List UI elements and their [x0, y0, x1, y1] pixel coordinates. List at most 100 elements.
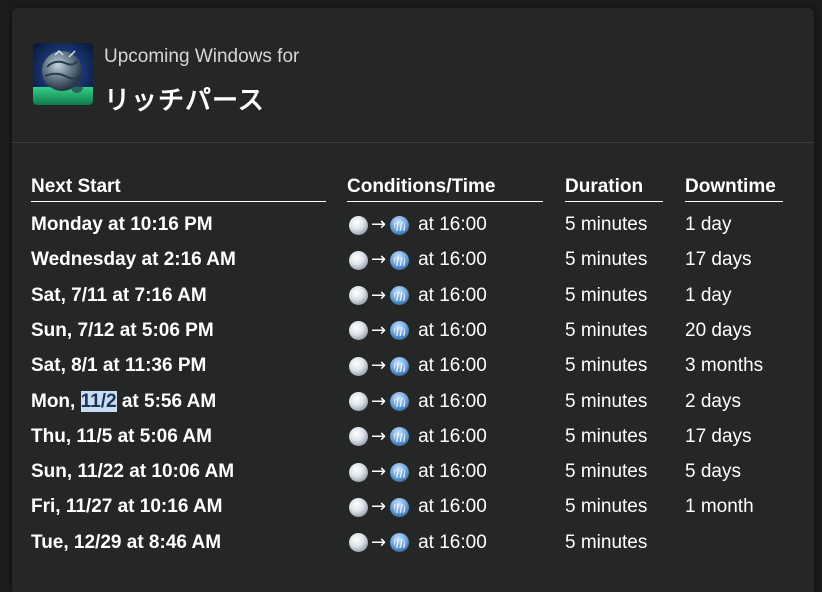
- next-start-text: Mon,: [31, 390, 81, 412]
- condition-time: at 16:00: [418, 425, 487, 447]
- arrow-right-icon: →: [371, 461, 387, 483]
- zone-globe-icon: [33, 43, 93, 105]
- arrow-right-icon: →: [371, 249, 387, 271]
- duration-cell: 5 minutes: [565, 390, 648, 412]
- next-start-text: Tue, 12/29 at 8:46 AM: [31, 531, 222, 553]
- arrow-right-icon: →: [371, 319, 387, 341]
- condition-time: at 16:00: [418, 390, 487, 412]
- next-start-text: Sat, 8/1 at 11:36 PM: [31, 355, 207, 377]
- downtime-cell: 3 months: [685, 355, 764, 377]
- next-start-text: Wednesday at 2:16 AM: [31, 249, 236, 271]
- rain-weather-icon: [390, 497, 410, 517]
- conditions-cell: → at 16:00: [349, 351, 487, 381]
- next-start-text: Sun, 7/12 at 5:06 PM: [31, 319, 214, 341]
- next-start-cell: Mon, 11/2 at 5:56 AM: [31, 387, 216, 417]
- column-header-duration: Duration: [565, 176, 663, 202]
- table-row: Sun, 11/22 at 10:06 AM → at 16:00 5 minutes…: [12, 457, 814, 492]
- conditions-cell: → at 16:00: [349, 245, 487, 275]
- duration-cell: 5 minutes: [565, 319, 648, 341]
- clouds-weather-icon: [349, 215, 368, 235]
- clouds-weather-icon: [349, 497, 368, 517]
- header-subtitle: Upcoming Windows for: [104, 46, 300, 67]
- conditions-cell: → at 16:00: [349, 210, 487, 240]
- next-start-text: Sat, 7/11 at 7:16 AM: [31, 284, 207, 306]
- next-start-text-rest: at 5:56 AM: [116, 390, 217, 412]
- downtime-cell: 17 days: [685, 249, 752, 271]
- condition-time: at 16:00: [418, 284, 487, 306]
- clouds-weather-icon: [349, 356, 368, 376]
- column-header-conditions: Conditions/Time: [347, 176, 543, 202]
- table-row: Tue, 12/29 at 8:46 AM → at 16:00 5 minutes: [12, 528, 814, 563]
- conditions-cell: → at 16:00: [349, 528, 487, 558]
- clouds-weather-icon: [349, 462, 368, 482]
- condition-time: at 16:00: [418, 461, 487, 483]
- next-start-cell: Thu, 11/5 at 5:06 AM: [31, 422, 212, 452]
- downtime-cell: 1 day: [685, 284, 732, 306]
- next-start-cell: Wednesday at 2:16 AM: [31, 245, 236, 275]
- downtime-cell: 5 days: [685, 461, 741, 483]
- next-start-text: Fri, 11/27 at 10:16 AM: [31, 496, 223, 518]
- conditions-cell: → at 16:00: [349, 387, 487, 417]
- condition-time: at 16:00: [418, 214, 487, 235]
- condition-time: at 16:00: [418, 249, 487, 271]
- arrow-right-icon: →: [371, 284, 387, 306]
- clouds-weather-icon: [349, 286, 368, 306]
- duration-cell: 5 minutes: [565, 249, 648, 271]
- rain-weather-icon: [390, 321, 410, 341]
- duration-cell: 5 minutes: [565, 461, 648, 483]
- next-start-cell: Sun, 11/22 at 10:06 AM: [31, 457, 234, 487]
- condition-time: at 16:00: [418, 531, 487, 553]
- next-start-text: Monday at 10:16 PM: [31, 214, 213, 235]
- rain-weather-icon: [390, 286, 410, 306]
- next-start-cell: Fri, 11/27 at 10:16 AM: [31, 492, 223, 522]
- conditions-cell: → at 16:00: [349, 316, 487, 346]
- table-row: Sun, 7/12 at 5:06 PM → at 16:00 5 minutes 20…: [12, 316, 814, 351]
- upcoming-windows-panel: Upcoming Windows for リッチパース Next Start C…: [12, 8, 814, 592]
- rain-weather-icon: [390, 356, 410, 376]
- clouds-weather-icon: [349, 250, 368, 270]
- conditions-cell: → at 16:00: [349, 492, 487, 522]
- duration-cell: 5 minutes: [565, 531, 648, 553]
- next-start-text: Sun, 11/22 at 10:06 AM: [31, 461, 235, 483]
- table-row: Thu, 11/5 at 5:06 AM → at 16:00 5 minutes 17…: [12, 422, 814, 457]
- next-start-cell: Monday at 10:16 PM: [31, 210, 213, 240]
- rain-weather-icon: [390, 392, 410, 411]
- table-row: Sat, 7/11 at 7:16 AM → at 16:00 5 minutes 1 …: [12, 281, 814, 316]
- next-start-cell: Sat, 8/1 at 11:36 PM: [31, 351, 206, 381]
- conditions-cell: → at 16:00: [349, 281, 487, 311]
- table-row: Monday at 10:16 PM → at 16:00 5 minutes 1 da…: [12, 210, 814, 245]
- rain-weather-icon: [390, 462, 410, 482]
- arrow-right-icon: →: [371, 355, 387, 377]
- clouds-weather-icon: [349, 427, 368, 447]
- panel-header: Upcoming Windows for リッチパース: [12, 8, 814, 143]
- arrow-right-icon: →: [371, 425, 387, 447]
- condition-time: at 16:00: [418, 319, 487, 341]
- duration-cell: 5 minutes: [565, 284, 648, 306]
- arrow-right-icon: →: [371, 496, 387, 518]
- rain-weather-icon: [390, 250, 410, 270]
- zone-title: リッチパース: [104, 86, 265, 116]
- next-start-cell: Sat, 7/11 at 7:16 AM: [31, 281, 207, 311]
- rain-weather-icon: [390, 533, 410, 553]
- column-header-next-start: Next Start: [31, 176, 326, 202]
- downtime-cell: 2 days: [685, 390, 741, 412]
- duration-cell: 5 minutes: [565, 355, 648, 377]
- next-start-cell: Sun, 7/12 at 5:06 PM: [31, 316, 214, 346]
- next-start-cell: Tue, 12/29 at 8:46 AM: [31, 528, 221, 558]
- rain-weather-icon: [390, 215, 410, 235]
- arrow-right-icon: →: [371, 390, 387, 412]
- clouds-weather-icon: [349, 321, 368, 341]
- table-row: Sat, 8/1 at 11:36 PM → at 16:00 5 minutes 3 …: [12, 351, 814, 386]
- table-row: Fri, 11/27 at 10:16 AM → at 16:00 5 minutes…: [12, 492, 814, 527]
- table-row: Mon, 11/2 at 5:56 AM → at 16:00 5 minutes 2 …: [12, 387, 814, 422]
- conditions-cell: → at 16:00: [349, 457, 487, 487]
- table-row: Wednesday at 2:16 AM → at 16:00 5 minutes 17…: [12, 245, 814, 280]
- duration-cell: 5 minutes: [565, 214, 648, 235]
- next-start-text: Thu, 11/5 at 5:06 AM: [31, 425, 212, 447]
- duration-cell: 5 minutes: [565, 496, 648, 518]
- downtime-cell: 20 days: [685, 319, 752, 341]
- condition-time: at 16:00: [418, 496, 487, 518]
- downtime-cell: 1 month: [685, 496, 754, 518]
- duration-cell: 5 minutes: [565, 425, 648, 447]
- arrow-right-icon: →: [371, 214, 387, 235]
